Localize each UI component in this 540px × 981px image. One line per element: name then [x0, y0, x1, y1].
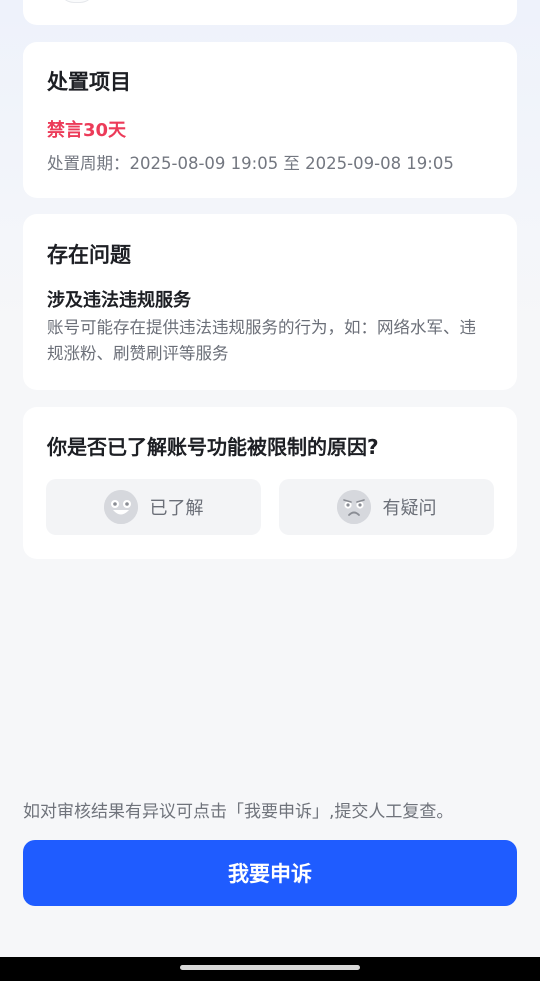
- penalty-item: 禁言30天: [47, 120, 127, 141]
- issue-card: 存在问题 涉及违法违规服务 账号可能存在提供违法违规服务的行为，如：网络水军、违…: [23, 214, 517, 390]
- issue-name: 涉及违法违规服务: [47, 290, 191, 311]
- understood-button[interactable]: 已了解: [46, 479, 261, 535]
- system-navigation-bar: [0, 957, 540, 981]
- penalty-period: 处置周期：2025-08-09 19:05 至 2025-09-08 19:05: [47, 154, 454, 173]
- confused-face-icon: [336, 490, 371, 524]
- appeal-button[interactable]: 我要申诉: [23, 840, 517, 906]
- feedback-question: 你是否已了解账号功能被限制的原因?: [47, 435, 379, 459]
- issue-title: 存在问题: [47, 243, 131, 267]
- home-indicator[interactable]: [180, 965, 360, 970]
- understood-label: 已了解: [149, 498, 204, 519]
- penalty-card: 处置项目 禁言30天 处置周期：2025-08-09 19:05 至 2025-…: [23, 42, 517, 198]
- feedback-card: 你是否已了解账号功能被限制的原因? 已了解 有疑问: [23, 407, 517, 559]
- appeal-note: 如对审核结果有异议可点击「我要申诉」,提交人工复查。: [23, 802, 454, 822]
- question-label: 有疑问: [382, 498, 437, 519]
- smiling-face-icon: [103, 490, 138, 524]
- penalty-title: 处置项目: [47, 70, 131, 94]
- issue-description: 账号可能存在提供违法违规服务的行为，如：网络水军、违规涨粉、刷赞刷评等服务: [47, 318, 476, 363]
- question-button[interactable]: 有疑问: [279, 479, 494, 535]
- avatar: [59, 0, 95, 3]
- account-card-partial: [23, 0, 517, 25]
